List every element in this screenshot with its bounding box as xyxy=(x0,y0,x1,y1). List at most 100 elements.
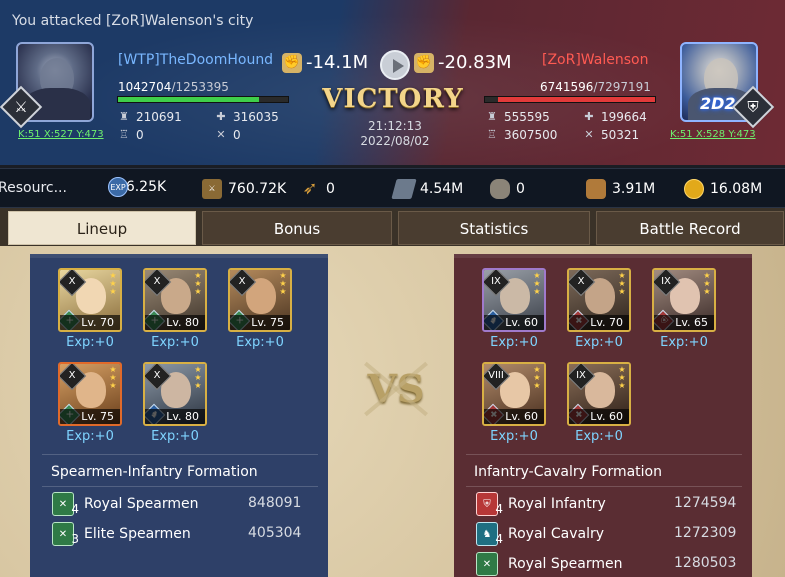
defender-troops-max: /7297191 xyxy=(593,80,651,94)
tab-statistics[interactable]: Statistics xyxy=(398,211,590,245)
hero-exp: Exp:+0 xyxy=(660,335,708,350)
defender-stat-a-value: 555595 xyxy=(504,110,550,124)
lineup-content: X ★★★ ✕ Lv. 70 Exp:+0 X ★★★ ✕ Lv. 80 Exp… xyxy=(0,246,785,577)
hero-exp: Exp:+0 xyxy=(151,429,199,444)
defender-hp-fill xyxy=(497,97,655,102)
battle-header: You attacked [ZoR]Walenson's city ⚔ K:51… xyxy=(0,0,785,165)
feather-icon: ➶ xyxy=(302,178,318,199)
attacker-formation-title: Spearmen-Infantry Formation xyxy=(51,464,258,480)
attacker-hero-3[interactable]: X ★★★ ✕ Lv. 75 xyxy=(228,268,292,332)
hero-rank: IX xyxy=(576,370,586,381)
defender-coords-link[interactable]: K:51 X:528 Y:473 xyxy=(670,129,756,140)
attacker-troops-max: /1253395 xyxy=(171,80,229,94)
defender-formation-title: Infantry-Cavalry Formation xyxy=(474,464,662,480)
resource-iron-value: 4.54M xyxy=(420,181,464,197)
fist-icon: ✊ xyxy=(282,52,302,73)
unit-count: 405304 xyxy=(248,525,302,541)
defender-power-change: ✊ -20.83M xyxy=(414,52,512,73)
defender-hero-4[interactable]: VIII ★★★ ✚ Lv. 60 xyxy=(482,362,546,426)
attacker-hero-5[interactable]: X ★★★ ♞ Lv. 80 xyxy=(143,362,207,426)
infantry-unit-icon: ⛨ 4 xyxy=(476,492,503,516)
attacker-unit-1: ✕ 4 Royal Spearmen xyxy=(52,492,198,516)
hero-stars: ★ ★ ★ xyxy=(618,365,626,390)
defender-hero-3[interactable]: IX ★★★ ⛨ Lv. 65 xyxy=(652,268,716,332)
hero-level: Lv. 70 xyxy=(569,315,629,330)
resource-bar: Resourc... EXP 876.25K ⚔ 760.72K ➶ 0 4.54M … xyxy=(0,168,785,208)
hero-level: Lv. 60 xyxy=(484,409,544,424)
unit-tier: 4 xyxy=(495,502,503,516)
resource-stone-value: 0 xyxy=(516,181,525,197)
hero-rank: X xyxy=(238,276,246,287)
unit-count: 848091 xyxy=(248,495,302,511)
unit-count: 1280503 xyxy=(674,555,737,571)
resource-food-value: 0 xyxy=(326,181,335,197)
defender-hero-5[interactable]: IX ★★★ ✚ Lv. 60 xyxy=(567,362,631,426)
hero-rank: IX xyxy=(661,276,671,287)
hero-level: Lv. 80 xyxy=(145,409,205,424)
hero-stars: ★ ★ ★ xyxy=(194,271,202,296)
defender-hero-1[interactable]: IX ★★★ ♞ Lv. 60 xyxy=(482,268,546,332)
hero-stars: ★ ★ ★ xyxy=(703,271,711,296)
divider xyxy=(42,454,318,455)
attacker-unit-2: ✕ 3 Elite Spearmen xyxy=(52,522,191,546)
hero-level: Lv. 65 xyxy=(654,315,714,330)
tab-lineup[interactable]: Lineup xyxy=(8,211,196,245)
defender-troops-current: 6741596 xyxy=(540,80,594,94)
spearman-unit-icon: ✕ 3 xyxy=(52,522,79,546)
crossed-swords-icon: ✕ xyxy=(584,128,594,141)
attacker-stat-a-value: 210691 xyxy=(136,110,182,124)
hero-rank: X xyxy=(153,370,161,381)
hero-rank: X xyxy=(68,276,76,287)
battle-time: 21:12:13 xyxy=(368,119,422,133)
iron-ingot-icon xyxy=(391,179,417,199)
hero-level: Lv. 60 xyxy=(484,315,544,330)
attacker-hero-2[interactable]: X ★★★ ✕ Lv. 80 xyxy=(143,268,207,332)
stone-icon xyxy=(490,179,510,199)
attacker-name[interactable]: [WTP]TheDoomHound xyxy=(118,52,273,68)
defender-lineup-panel[interactable]: IX ★★★ ♞ Lv. 60 Exp:+0 X ★★★ ✚ Lv. 70 Ex… xyxy=(454,254,752,577)
battle-timestamp: 21:12:13 2022/08/02 xyxy=(340,119,450,149)
attacker-stat-c-value: 0 xyxy=(136,128,144,142)
replay-button[interactable] xyxy=(380,50,410,80)
tab-bonus[interactable]: Bonus xyxy=(202,211,392,245)
resource-gold-value: 16.08M xyxy=(710,181,763,197)
hero-stars: ★ ★ ★ xyxy=(109,365,117,390)
helmet-icon: ♜ xyxy=(119,110,129,123)
resource-gold: 16.08M xyxy=(684,179,762,199)
attacker-stat-d-value: 0 xyxy=(233,128,241,142)
attacker-power-change: ✊ -14.1M xyxy=(282,52,368,73)
defender-hp-bar xyxy=(484,96,656,103)
attacker-lineup-panel[interactable]: X ★★★ ✕ Lv. 70 Exp:+0 X ★★★ ✕ Lv. 80 Exp… xyxy=(30,254,328,577)
defender-hero-2[interactable]: X ★★★ ✚ Lv. 70 xyxy=(567,268,631,332)
cavalry-unit-icon: ♞ 4 xyxy=(476,522,503,546)
hero-exp: Exp:+0 xyxy=(236,335,284,350)
hero-stars: ★ ★ ★ xyxy=(279,271,287,296)
defender-name[interactable]: [ZoR]Walenson xyxy=(542,52,648,68)
helmet-icon: ♜ xyxy=(487,110,497,123)
attacker-stat-c: ♖ 0 xyxy=(118,128,144,142)
defender-stat-d-value: 50321 xyxy=(601,128,640,142)
plus-icon: ✚ xyxy=(216,110,226,123)
attacker-coords-link[interactable]: K:51 X:527 Y:473 xyxy=(18,129,104,140)
hero-rank: X xyxy=(153,276,161,287)
defender-power-value: -20.83M xyxy=(438,52,512,73)
tab-battle-record[interactable]: Battle Record xyxy=(596,211,784,245)
defender-troops: 6741596/7297191 xyxy=(540,80,651,94)
resource-kills-value: 760.72K xyxy=(228,181,287,197)
hero-exp: Exp:+0 xyxy=(66,429,114,444)
hero-rank: IX xyxy=(491,276,501,287)
attacker-hero-4[interactable]: X ★★★ ✕ Lv. 75 xyxy=(58,362,122,426)
attacker-hp-fill xyxy=(118,97,260,102)
resource-stone: 0 xyxy=(490,179,525,199)
hero-stars: ★ ★ ★ xyxy=(618,271,626,296)
hero-rank: X xyxy=(68,370,76,381)
attacker-troops-current: 1042704 xyxy=(118,80,172,94)
attacker-hero-1[interactable]: X ★★★ ✕ Lv. 70 xyxy=(58,268,122,332)
report-tabs: Lineup Bonus Statistics Battle Record xyxy=(0,208,785,246)
tower-icon: ♖ xyxy=(119,128,129,141)
divider xyxy=(466,486,742,487)
hero-level: Lv. 70 xyxy=(60,315,120,330)
hero-stars: ★ ★ ★ xyxy=(109,271,117,296)
hero-exp: Exp:+0 xyxy=(66,335,114,350)
hero-stars: ★ ★ ★ xyxy=(194,365,202,390)
